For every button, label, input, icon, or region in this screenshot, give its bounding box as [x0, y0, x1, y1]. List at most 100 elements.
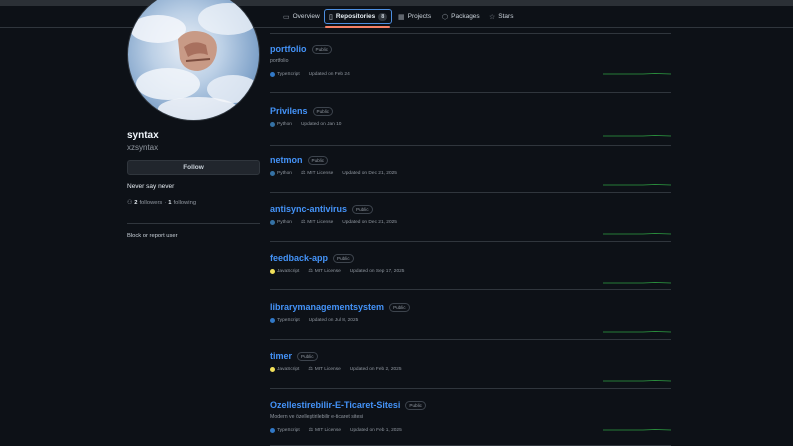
- language-label: Python: [277, 171, 292, 176]
- repo-description: Modern ve özelleştirilebilir e-ticaret s…: [270, 414, 364, 420]
- activity-sparkline: [603, 380, 671, 382]
- language-color-dot: [270, 318, 275, 323]
- repo-item: Privilens Public Python Updated on Jan 1…: [270, 106, 671, 146]
- repo-language: Python: [270, 122, 292, 127]
- following-count[interactable]: 1: [168, 200, 171, 206]
- tab-projects[interactable]: ▦ Projects: [395, 9, 434, 24]
- profile-tab-nav: ▭ Overview ▯ Repositories 8 ▦ Projects ⬡…: [0, 6, 793, 28]
- repo-title-row: Privilens Public: [270, 106, 671, 116]
- block-report-link[interactable]: Block or report user: [127, 233, 178, 239]
- repo-item: librarymanagementsystem Public TypeScrip…: [270, 302, 671, 340]
- tab-packages[interactable]: ⬡ Packages: [439, 9, 483, 24]
- activity-sparkline: [603, 429, 671, 431]
- updated-label: Updated on Feb 1, 2025: [350, 428, 402, 433]
- profile-bio: Never say never: [127, 183, 175, 190]
- repo-title-row: librarymanagementsystem Public: [270, 302, 671, 312]
- language-label: Python: [277, 122, 292, 127]
- repo-name-link[interactable]: Privilens: [270, 106, 308, 116]
- repo-count-badge: 8: [378, 12, 388, 21]
- repo-meta: Python Updated on Jan 10: [270, 122, 671, 127]
- separator-dot: ·: [164, 200, 167, 206]
- language-color-dot: [270, 269, 275, 274]
- repo-license[interactable]: ⚖ MIT License: [301, 171, 333, 176]
- repo-meta: TypeScript Updated on Jul 8, 2025: [270, 318, 671, 323]
- profile-username: xzsyntax: [127, 143, 159, 152]
- language-label: TypeScript: [277, 72, 300, 77]
- repo-license[interactable]: ⚖ MIT License: [309, 428, 341, 433]
- updated-label: Updated on Feb 24: [308, 72, 350, 77]
- followers-link[interactable]: followers: [139, 200, 162, 206]
- language-color-dot: [270, 171, 275, 176]
- repo-title-row: portfolio Public: [270, 44, 671, 54]
- repo-name-link[interactable]: antisync-antivirus: [270, 204, 347, 214]
- followers-count[interactable]: 2: [134, 200, 137, 206]
- repo-icon: ▯: [329, 13, 333, 21]
- updated-label: Updated on Feb 2, 2025: [349, 367, 402, 372]
- law-icon: ⚖: [300, 171, 306, 176]
- updated-label: Updated on Jul 8, 2025: [308, 318, 359, 323]
- repo-name-link[interactable]: netmon: [270, 155, 303, 165]
- law-icon: ⚖: [308, 428, 313, 433]
- language-label: TypeScript: [277, 428, 300, 433]
- repo-description: portfolio: [270, 58, 289, 64]
- star-icon: ☆: [489, 13, 496, 21]
- follow-button[interactable]: Follow: [127, 160, 260, 175]
- repo-license[interactable]: ⚖ MIT License: [301, 220, 333, 225]
- visibility-badge: Public: [352, 204, 373, 214]
- visibility-badge: Public: [311, 44, 333, 54]
- repo-name-link[interactable]: librarymanagementsystem: [270, 302, 384, 312]
- activity-sparkline: [603, 282, 671, 284]
- tab-stars[interactable]: ☆ Stars: [486, 9, 516, 24]
- updated-label: Updated on Dec 21, 2025: [342, 171, 397, 176]
- active-tab-underline: [325, 26, 390, 28]
- repo-item: timer Public JavaScript ⚖ MIT License Up…: [270, 351, 671, 389]
- repo-language: TypeScript: [270, 428, 300, 433]
- profile-display-name: syntax: [127, 130, 159, 141]
- repo-meta: JavaScript ⚖ MIT License Updated on Sep …: [270, 269, 671, 274]
- tab-label: Repositories: [335, 13, 376, 20]
- following-link[interactable]: following: [173, 200, 196, 206]
- book-icon: ▭: [283, 13, 290, 21]
- repo-language: TypeScript: [270, 72, 300, 77]
- language-label: Python: [277, 220, 292, 225]
- updated-label: Updated on Dec 21, 2025: [342, 220, 397, 225]
- updated-label: Updated on Jan 10: [300, 122, 342, 127]
- license-label: MIT License: [314, 367, 341, 372]
- language-color-dot: [270, 122, 275, 127]
- table-icon: ▦: [398, 13, 405, 21]
- repo-meta: JavaScript ⚖ MIT License Updated on Feb …: [270, 367, 671, 372]
- language-color-dot: [270, 428, 275, 433]
- tab-overview[interactable]: ▭ Overview: [280, 9, 323, 24]
- repo-item: Ozellestirebilir-E-Ticaret-Sitesi Public…: [270, 400, 671, 446]
- repo-license[interactable]: ⚖ MIT License: [308, 367, 340, 372]
- repo-name-link[interactable]: Ozellestirebilir-E-Ticaret-Sitesi: [270, 400, 400, 410]
- visibility-badge: Public: [312, 106, 334, 116]
- language-color-dot: [270, 72, 275, 77]
- language-color-dot: [270, 220, 275, 225]
- law-icon: ⚖: [308, 269, 313, 274]
- repo-name-link[interactable]: timer: [270, 351, 292, 361]
- visibility-badge: Public: [333, 253, 354, 263]
- repo-name-link[interactable]: portfolio: [270, 44, 307, 54]
- repo-title-row: feedback-app Public: [270, 253, 671, 263]
- license-label: MIT License: [314, 269, 341, 274]
- updated-label: Updated on Sep 17, 2025: [349, 269, 405, 274]
- license-label: MIT License: [314, 428, 342, 433]
- package-icon: ⬡: [442, 13, 449, 21]
- repo-title-row: Ozellestirebilir-E-Ticaret-Sitesi Public: [270, 400, 671, 410]
- repo-item: antisync-antivirus Public Python ⚖ MIT L…: [270, 204, 671, 242]
- activity-sparkline: [603, 135, 671, 137]
- activity-sparkline: [603, 73, 671, 75]
- avatar[interactable]: [127, 0, 260, 121]
- sidebar-divider: [127, 223, 260, 224]
- list-top-divider: [270, 33, 671, 34]
- tab-repositories[interactable]: ▯ Repositories 8: [324, 9, 393, 24]
- repo-language: Python: [270, 220, 292, 225]
- activity-sparkline: [603, 184, 671, 186]
- repo-meta: Python ⚖ MIT License Updated on Dec 21, …: [270, 220, 671, 225]
- repo-item: netmon Public Python ⚖ MIT License Updat…: [270, 155, 671, 193]
- repo-name-link[interactable]: feedback-app: [270, 253, 328, 263]
- repo-language: JavaScript: [270, 269, 299, 274]
- avatar-image: [130, 3, 259, 120]
- repo-license[interactable]: ⚖ MIT License: [308, 269, 340, 274]
